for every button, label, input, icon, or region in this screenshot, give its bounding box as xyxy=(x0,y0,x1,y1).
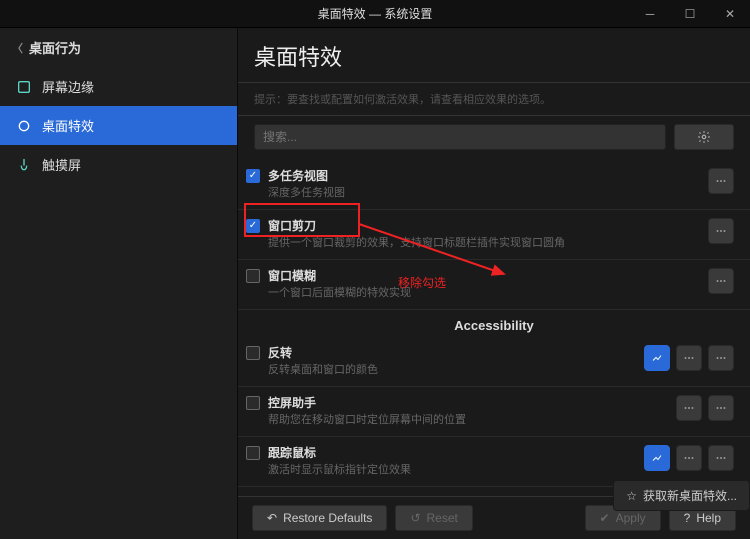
effect-title: 跟踪鼠标 xyxy=(268,445,644,461)
row-action-button[interactable] xyxy=(708,268,734,294)
main-panel: 桌面特效 提示：要查找或配置如何激活效果，请查看相应效果的选项。 多任务视图 深… xyxy=(238,28,750,539)
page-title: 桌面特效 xyxy=(254,40,734,72)
help-icon: ? xyxy=(684,511,691,525)
row-action-button[interactable] xyxy=(708,168,734,194)
effect-description: 一个窗口后面模糊的特效实现 xyxy=(268,286,708,301)
effect-title: 反转 xyxy=(268,345,644,361)
sidebar: 〈 桌面行为 屏幕边缘 桌面特效 触摸屏 xyxy=(0,28,238,539)
sidebar-section-header[interactable]: 〈 桌面行为 xyxy=(0,28,237,67)
effect-checkbox[interactable] xyxy=(246,396,260,410)
window-title: 桌面特效 — 系统设置 xyxy=(318,5,433,22)
effect-description: 激活时显示鼠标指针定位效果 xyxy=(268,463,644,478)
row-action-button[interactable] xyxy=(644,445,670,471)
sidebar-item-screen-edges[interactable]: 屏幕边缘 xyxy=(0,67,237,106)
sidebar-item-label: 触摸屏 xyxy=(42,155,81,174)
reset-button[interactable]: ↺ Reset xyxy=(395,505,472,531)
window-titlebar: 桌面特效 — 系统设置 ─ ☐ ✕ xyxy=(0,0,750,28)
check-icon: ✔ xyxy=(600,511,610,525)
hint-banner: 提示：要查找或配置如何激活效果，请查看相应效果的选项。 xyxy=(238,82,750,116)
reset-icon: ↺ xyxy=(410,511,420,525)
get-new-effects-label: 获取新桌面特效... xyxy=(643,487,737,504)
effect-row: 窗口模糊 一个窗口后面模糊的特效实现 xyxy=(238,260,750,310)
effect-row: 反转 反转桌面和窗口的颜色 xyxy=(238,337,750,387)
minimize-button[interactable]: ─ xyxy=(630,0,670,28)
effect-description: 反转桌面和窗口的颜色 xyxy=(268,363,644,378)
sidebar-item-label: 桌面特效 xyxy=(42,116,94,135)
settings-button[interactable] xyxy=(674,124,734,150)
effect-row: 控屏助手 帮助您在移动窗口时定位屏幕中间的位置 xyxy=(238,387,750,437)
restore-defaults-button[interactable]: ↶ Restore Defaults xyxy=(252,505,387,531)
effect-checkbox[interactable] xyxy=(246,346,260,360)
effects-icon xyxy=(16,118,32,134)
effect-description: 帮助您在移动窗口时定位屏幕中间的位置 xyxy=(268,413,676,428)
effect-description: 深度多任务视图 xyxy=(268,186,708,201)
chevron-left-icon: 〈 xyxy=(12,40,23,56)
sidebar-item-touchscreen[interactable]: 触摸屏 xyxy=(0,145,237,184)
effect-description: 提供一个窗口裁剪的效果，支持窗口标题栏插件实现窗口圆角 xyxy=(268,236,708,251)
sidebar-item-label: 屏幕边缘 xyxy=(42,77,94,96)
effect-title: 窗口剪刀 xyxy=(268,218,708,234)
row-action-button[interactable] xyxy=(676,445,702,471)
row-action-button[interactable] xyxy=(676,345,702,371)
sidebar-item-desktop-effects[interactable]: 桌面特效 xyxy=(0,106,237,145)
undo-icon: ↶ xyxy=(267,511,277,525)
row-action-button[interactable] xyxy=(708,445,734,471)
search-input[interactable] xyxy=(254,124,666,150)
effect-checkbox[interactable] xyxy=(246,269,260,283)
get-new-effects-button[interactable]: ☆ 获取新桌面特效... xyxy=(613,480,750,511)
close-button[interactable]: ✕ xyxy=(710,0,750,28)
star-icon: ☆ xyxy=(626,489,637,503)
effect-checkbox[interactable] xyxy=(246,219,260,233)
maximize-button[interactable]: ☐ xyxy=(670,0,710,28)
effect-row: 多任务视图 深度多任务视图 xyxy=(238,160,750,210)
effect-title: 多任务视图 xyxy=(268,168,708,184)
sidebar-section-title: 桌面行为 xyxy=(29,38,81,57)
effect-row: 窗口剪刀 提供一个窗口裁剪的效果，支持窗口标题栏插件实现窗口圆角 xyxy=(238,210,750,260)
gear-icon xyxy=(697,130,711,144)
row-action-button[interactable] xyxy=(708,345,734,371)
effect-checkbox[interactable] xyxy=(246,446,260,460)
row-action-button[interactable] xyxy=(708,395,734,421)
touch-icon xyxy=(16,157,32,173)
row-action-button[interactable] xyxy=(708,218,734,244)
row-action-button[interactable] xyxy=(644,345,670,371)
row-action-button[interactable] xyxy=(676,395,702,421)
effects-list: 多任务视图 深度多任务视图 窗口剪刀 提供一个窗口裁剪的效果，支持窗口标题栏插件… xyxy=(238,160,750,496)
effect-checkbox[interactable] xyxy=(246,169,260,183)
effect-title: 控屏助手 xyxy=(268,395,676,411)
effect-title: 窗口模糊 xyxy=(268,268,708,284)
screen-edge-icon xyxy=(16,79,32,95)
section-header-accessibility: Accessibility xyxy=(238,310,750,337)
